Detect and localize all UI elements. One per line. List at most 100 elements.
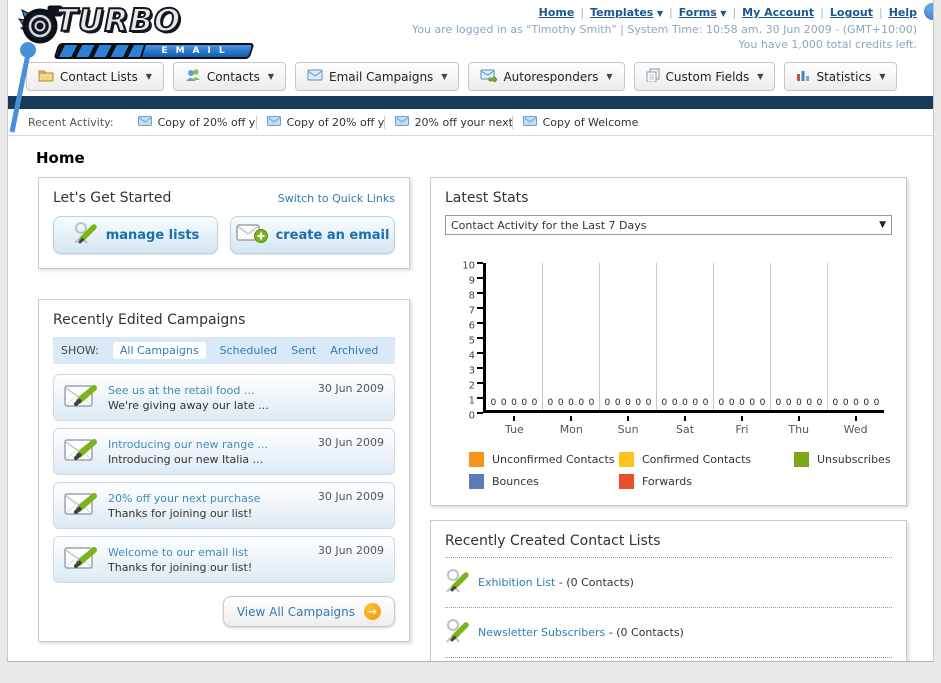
dotted-divider [445, 607, 892, 608]
legend-label: Forwards [642, 475, 692, 488]
manage-lists-button[interactable]: manage lists [53, 216, 218, 254]
envelope-plus-icon [235, 222, 268, 248]
nav-tab-contact-lists[interactable]: Contact Lists ▼ [26, 62, 164, 91]
logo-title: TURBO [55, 3, 182, 39]
envelope-icon [266, 115, 281, 129]
left-column: Let's Get Started Switch to Quick Links … [38, 177, 410, 642]
app-page: TURBO EMAIL Home | Templates ▼ | Forms ▼ | My … [7, 0, 934, 662]
campaign-text: See us at the retail food ... We're givi… [108, 384, 310, 412]
recent-activity-item[interactable]: 20% off your next [383, 115, 512, 129]
top-nav-home[interactable]: Home [539, 6, 575, 19]
legend-swatch [469, 452, 484, 467]
nav-tab-label: Email Campaigns [329, 69, 434, 84]
separator: | [669, 6, 673, 19]
envelope-icon [137, 115, 152, 129]
campaign-date: 30 Jun 2009 [317, 544, 384, 557]
contact-list-name-link[interactable]: Newsletter Subscribers [478, 626, 605, 639]
nav-tab-autoresponders[interactable]: Autoresponders ▼ [468, 62, 625, 91]
campaign-row[interactable]: See us at the retail food ... We're givi… [53, 374, 395, 421]
recent-activity-item[interactable]: Copy of 20% off yo [255, 115, 384, 129]
campaign-filter-bar: SHOW: All Campaigns Scheduled Sent Archi… [53, 337, 395, 364]
campaign-row[interactable]: Welcome to our email list Thanks for joi… [53, 536, 395, 583]
top-nav-forms[interactable]: Forms [679, 6, 717, 19]
nav-tab-contacts[interactable]: Contacts ▼ [172, 62, 286, 91]
chart-y-axis: 0 1 2 3 4 5 6 7 8 9 10 [459, 261, 483, 422]
nav-tab-label: Custom Fields [665, 69, 750, 84]
nav-tab-custom-fields[interactable]: Custom Fields ▼ [633, 62, 776, 91]
separator: | [580, 6, 585, 19]
contact-list-item[interactable]: Exhibition List - (0 Contacts) [445, 566, 892, 599]
nav-tab-label: Contacts [206, 69, 260, 84]
chart-plot: 00000000000000000000000000000000000 [483, 263, 884, 413]
legend-swatch [619, 452, 634, 467]
top-nav-my-account[interactable]: My Account [742, 6, 814, 19]
login-line2: You have 1,000 total credits left. [738, 38, 917, 51]
legend-item: Confirmed Contacts [619, 452, 794, 467]
recent-activity-item-label: Copy of Welcome to [542, 115, 640, 129]
nav-tab-statistics[interactable]: Statistics ▼ [784, 62, 898, 91]
envelope-icon [522, 115, 537, 129]
top-nav-templates[interactable]: Templates [590, 6, 653, 19]
nav-tab-email-campaigns[interactable]: Email Campaigns ▼ [295, 62, 460, 91]
chevron-down-icon: ▼ [441, 72, 448, 81]
nav-tab-label: Contact Lists [60, 69, 138, 84]
stats-dropdown[interactable]: Contact Activity for the Last 7 Days ▼ [445, 215, 892, 235]
campaign-date: 30 Jun 2009 [317, 436, 384, 449]
contact-list-detail: - (0 Contacts) [608, 626, 684, 639]
top-nav-links: Home | Templates ▼ | Forms ▼ | My Account | Logo… [412, 6, 917, 19]
turbo-email-logo[interactable]: TURBO EMAIL [17, 3, 255, 59]
contact-list-item[interactable]: Newsletter Subscribers - (0 Contacts) [445, 616, 892, 649]
header: TURBO EMAIL Home | Templates ▼ | Forms ▼ | My … [8, 0, 933, 133]
envelope-edit-icon [64, 436, 100, 467]
tab-archived[interactable]: Archived [330, 344, 378, 357]
chevron-down-icon: ▼ [145, 72, 152, 81]
campaign-title-link[interactable]: See us at the retail food ... [108, 384, 310, 397]
top-nav-logout[interactable]: Logout [830, 6, 873, 19]
dotted-divider [445, 557, 892, 558]
switch-quick-links[interactable]: Switch to Quick Links [278, 192, 395, 205]
campaign-row[interactable]: Introducing our new range ... Introducin… [53, 428, 395, 475]
login-status-text: You are logged in as "Timothy Smith" | S… [412, 22, 917, 52]
page-title: Home [36, 149, 85, 167]
logo-email-bar: EMAIL [53, 43, 255, 59]
folder-icon [38, 68, 54, 85]
recent-activity-bar: Recent Activity: Copy of 20% off yo Copy… [8, 109, 933, 136]
recent-activity-item-label: Copy of 20% off yo [157, 115, 256, 129]
envelope-icon [307, 69, 323, 84]
bar-chart-icon [796, 69, 810, 85]
envelope-edit-icon [64, 490, 100, 521]
tab-scheduled[interactable]: Scheduled [220, 344, 278, 357]
legend-label: Unsubscribes [817, 453, 891, 466]
legend-item: Forwards [619, 474, 794, 489]
campaign-row[interactable]: 20% off your next purchase Thanks for jo… [53, 482, 395, 529]
recent-activity-item[interactable]: Copy of Welcome to [511, 115, 640, 129]
campaign-text: 20% off your next purchase Thanks for jo… [108, 492, 310, 520]
get-started-panel: Let's Get Started Switch to Quick Links … [38, 177, 410, 269]
view-all-campaigns-label: View All Campaigns [236, 604, 355, 619]
legend-label: Bounces [492, 475, 539, 488]
recent-activity-item-label: 20% off your next [414, 115, 512, 129]
separator: | [820, 6, 824, 19]
campaign-subtitle: Introducing our new Italia ... [108, 452, 264, 466]
recent-activity-item[interactable]: Copy of 20% off yo [128, 115, 256, 129]
chevron-down-icon: ▼ [267, 72, 274, 81]
create-email-button[interactable]: create an email [230, 216, 395, 254]
view-all-campaigns-button[interactable]: View All Campaigns → [222, 596, 395, 627]
tab-all-campaigns[interactable]: All Campaigns [112, 342, 206, 359]
campaign-text: Welcome to our email list Thanks for joi… [108, 546, 310, 574]
tab-sent[interactable]: Sent [291, 344, 316, 357]
contacts-icon [185, 68, 201, 85]
recent-activity-items: Copy of 20% off yo Copy of 20% off yo 20… [128, 115, 640, 129]
latest-stats-panel: Latest Stats Contact Activity for the La… [430, 177, 907, 506]
campaign-title-link[interactable]: Welcome to our email list [108, 546, 310, 559]
nav-tab-label: Statistics [816, 69, 872, 84]
logo-stripes [56, 45, 146, 57]
top-nav-help[interactable]: Help [889, 6, 917, 19]
campaign-title-link[interactable]: Introducing our new range ... [108, 438, 310, 451]
contact-list-name-link[interactable]: Exhibition List [478, 576, 555, 589]
chevron-down-icon: ▼ [879, 220, 886, 230]
envelope-edit-icon [64, 544, 100, 575]
campaign-title-link[interactable]: 20% off your next purchase [108, 492, 310, 505]
dotted-divider [445, 657, 892, 658]
content-columns: Let's Get Started Switch to Quick Links … [8, 177, 933, 661]
